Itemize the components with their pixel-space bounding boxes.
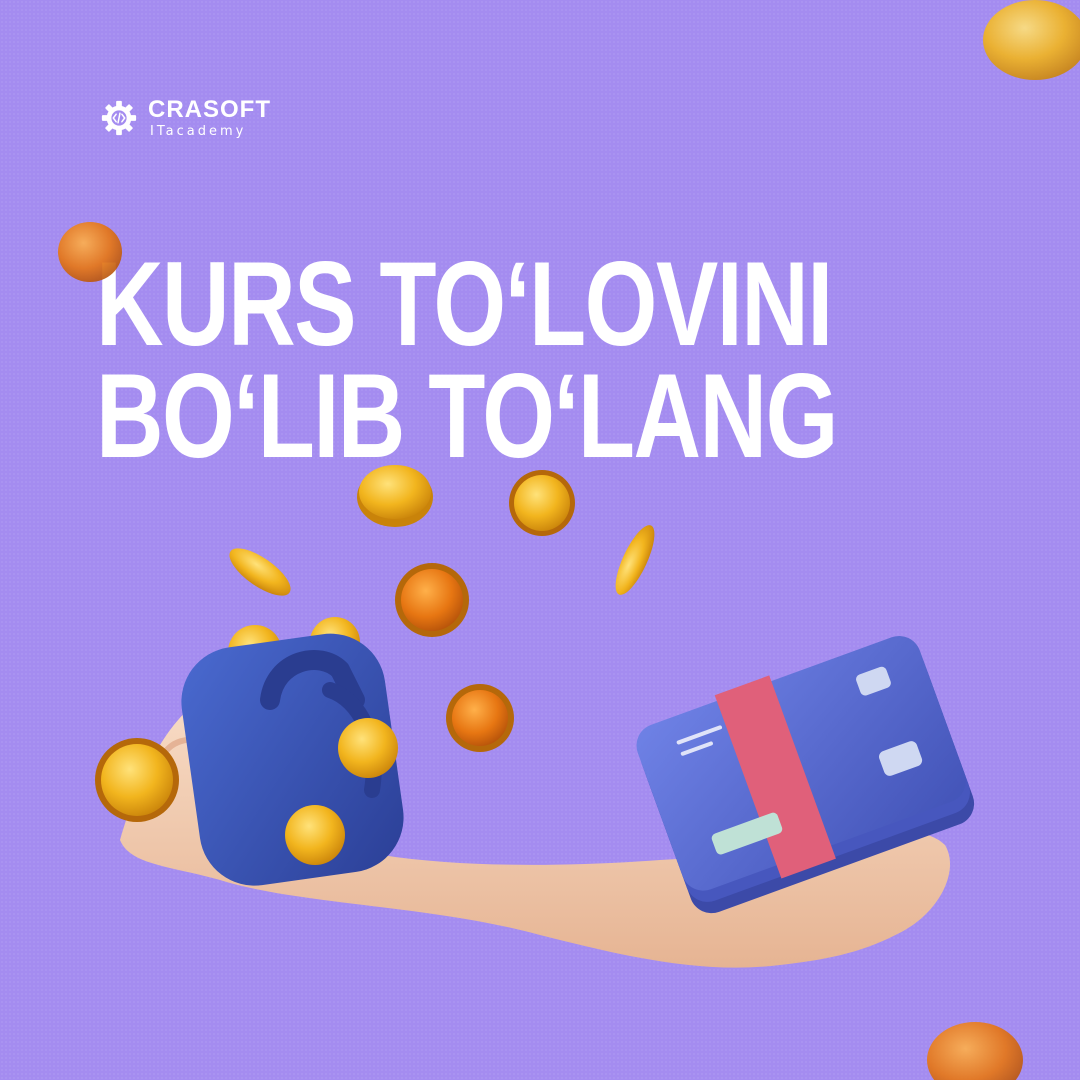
coin-icon bbox=[615, 525, 655, 595]
coin-icon bbox=[509, 470, 575, 536]
coin-icon bbox=[983, 0, 1080, 80]
coin-icon bbox=[357, 465, 433, 527]
coin-icon bbox=[229, 548, 291, 596]
coin-icon bbox=[927, 1022, 1023, 1080]
coin-icon bbox=[446, 684, 514, 752]
coin-icon bbox=[285, 805, 345, 865]
coin-icon bbox=[58, 222, 122, 282]
coin-icon bbox=[395, 563, 469, 637]
illustration bbox=[58, 0, 1080, 1080]
promo-poster: CRASOFT ITacademy KURS TO‘LOVINI BO‘LIB … bbox=[0, 0, 1080, 1080]
coin-icon bbox=[338, 718, 398, 778]
coin-icon bbox=[95, 738, 179, 822]
